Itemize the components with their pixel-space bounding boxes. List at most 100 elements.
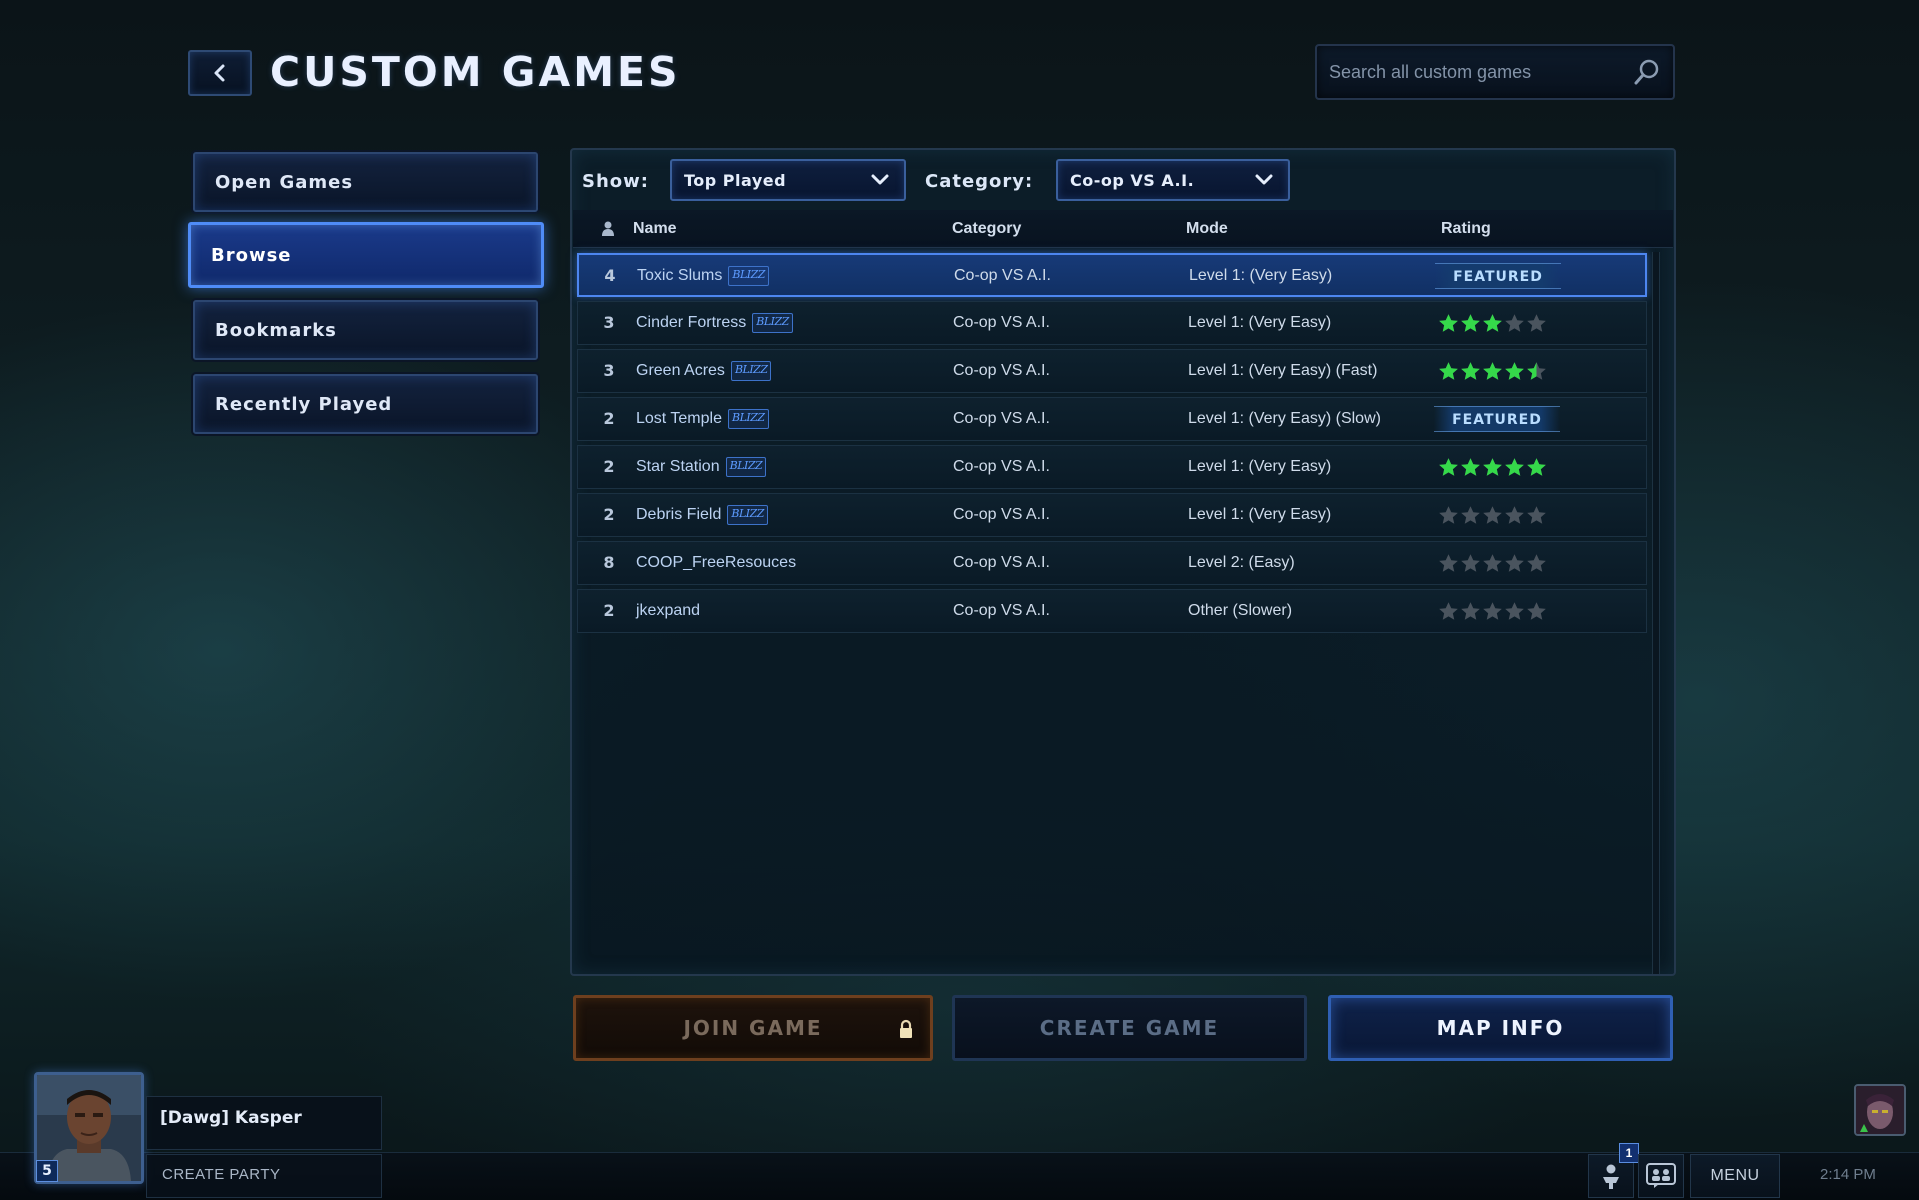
map-name: Lost Temple	[636, 410, 722, 427]
table-header: Name Category Mode Rating	[573, 210, 1673, 248]
join-game-button[interactable]: JOIN GAME	[573, 995, 933, 1061]
join-game-label: JOIN GAME	[683, 1016, 823, 1040]
blizzard-icon: BLIZZ	[730, 361, 772, 381]
menu-label: MENU	[1710, 1167, 1760, 1184]
star-rating	[1438, 553, 1547, 573]
star-icon	[1439, 362, 1458, 380]
rating-cell	[1438, 446, 1547, 488]
back-button[interactable]	[188, 50, 252, 96]
category-label: Category:	[925, 171, 1034, 192]
games-list: 4 Toxic Slums BLIZZ Co-op VS A.I. Level 1: (…	[577, 253, 1647, 637]
blizzard-icon: BLIZZ	[727, 409, 769, 429]
star-rating	[1438, 313, 1547, 333]
star-rating	[1438, 505, 1547, 525]
star-rating	[1438, 457, 1547, 477]
category-cell: Co-op VS A.I.	[953, 458, 1050, 475]
column-header-mode[interactable]: Mode	[1186, 210, 1228, 248]
category-cell: Co-op VS A.I.	[953, 554, 1050, 571]
category-dropdown-value: Co-op VS A.I.	[1070, 170, 1195, 190]
chevron-down-icon	[1255, 174, 1273, 185]
star-icon	[1461, 458, 1480, 476]
table-row[interactable]: 2 Debris Field BLIZZ Co-op VS A.I. Level 1: …	[577, 493, 1647, 537]
lock-icon	[900, 1019, 912, 1038]
star-icon	[1483, 458, 1502, 476]
map-info-button[interactable]: MAP INFO	[1328, 995, 1673, 1061]
player-name: [Dawg] Kasper	[160, 1108, 302, 1128]
map-name: Cinder Fortress	[636, 314, 747, 331]
mode-cell: Other (Slower)	[1188, 602, 1293, 619]
column-header-category[interactable]: Category	[952, 210, 1021, 248]
player-count: 4	[604, 266, 616, 285]
chat-icon	[1646, 1163, 1676, 1188]
star-icon	[1505, 314, 1524, 332]
sidebar-item-recently-played[interactable]: Recently Played	[193, 374, 538, 434]
race-portrait-button[interactable]	[1854, 1084, 1906, 1136]
sidebar-item-label: Open Games	[215, 171, 354, 193]
mode-cell: Level 1: (Very Easy) (Fast)	[1188, 362, 1378, 379]
map-name: Toxic Slums	[637, 267, 723, 284]
chat-button[interactable]	[1638, 1154, 1684, 1198]
star-icon	[1439, 554, 1458, 572]
map-name-cell: Green Acres BLIZZ	[636, 350, 772, 392]
zerg-portrait-icon	[1856, 1086, 1904, 1134]
search-icon[interactable]	[1633, 58, 1661, 86]
column-header-rating[interactable]: Rating	[1441, 210, 1491, 248]
table-row[interactable]: 4 Toxic Slums BLIZZ Co-op VS A.I. Level 1: (…	[577, 253, 1647, 297]
mode-cell: Level 1: (Very Easy)	[1188, 314, 1332, 331]
page-title: CUSTOM GAMES	[270, 48, 681, 96]
show-dropdown-value: Top Played	[684, 170, 787, 190]
table-row[interactable]: 3 Cinder Fortress BLIZZ Co-op VS A.I. Level …	[577, 301, 1647, 345]
table-row[interactable]: 2 jkexpand Co-op VS A.I. Other (Slower)	[577, 589, 1647, 633]
show-label: Show:	[582, 171, 649, 192]
table-row[interactable]: 8 COOP_FreeResouces Co-op VS A.I. Level 2: …	[577, 541, 1647, 585]
star-icon	[1461, 554, 1480, 572]
mode-cell: Level 1: (Very Easy)	[1188, 458, 1332, 475]
show-dropdown[interactable]: Top Played	[670, 159, 906, 201]
star-icon	[1483, 314, 1502, 332]
star-icon	[1483, 362, 1502, 380]
star-icon	[1527, 602, 1546, 620]
featured-badge: FEATURED	[1435, 263, 1561, 289]
scrollbar[interactable]	[1652, 252, 1660, 974]
star-icon	[1527, 506, 1546, 524]
map-name-cell: Lost Temple BLIZZ	[636, 398, 769, 440]
map-name-cell: Star Station BLIZZ	[636, 446, 767, 488]
create-game-button[interactable]: CREATE GAME	[952, 995, 1307, 1061]
map-name: Star Station	[636, 458, 720, 475]
player-level-badge: 5	[36, 1160, 58, 1182]
star-icon	[1527, 314, 1546, 332]
map-name: Green Acres	[636, 362, 725, 379]
friends-icon	[1603, 1164, 1619, 1189]
star-icon	[1527, 458, 1546, 476]
mode-cell: Level 1: (Very Easy)	[1188, 506, 1332, 523]
sidebar-item-browse[interactable]: Browse	[188, 222, 544, 288]
mode-cell: Level 1: (Very Easy) (Slow)	[1188, 410, 1381, 427]
star-icon	[1483, 554, 1502, 572]
sidebar-item-open-games[interactable]: Open Games	[193, 152, 538, 212]
search-box[interactable]	[1315, 44, 1675, 100]
search-input[interactable]	[1329, 46, 1619, 98]
map-name: COOP_FreeResouces	[636, 554, 797, 571]
star-rating	[1438, 361, 1547, 381]
map-name: Debris Field	[636, 506, 722, 523]
category-cell: Co-op VS A.I.	[954, 267, 1051, 284]
star-icon	[1439, 314, 1458, 332]
category-dropdown[interactable]: Co-op VS A.I.	[1056, 159, 1290, 201]
rating-cell	[1438, 350, 1547, 392]
table-row[interactable]: 2 Star Station BLIZZ Co-op VS A.I. Level 1: …	[577, 445, 1647, 489]
player-count: 2	[603, 505, 615, 524]
map-name-cell: COOP_FreeResouces	[636, 542, 796, 584]
sidebar-item-bookmarks[interactable]: Bookmarks	[193, 300, 538, 360]
create-party-button[interactable]: CREATE PARTY	[162, 1166, 281, 1183]
star-icon	[1505, 506, 1524, 524]
table-row[interactable]: 3 Green Acres BLIZZ Co-op VS A.I. Level 1: (…	[577, 349, 1647, 393]
table-row[interactable]: 2 Lost Temple BLIZZ Co-op VS A.I. Level 1: (…	[577, 397, 1647, 441]
menu-button[interactable]: MENU	[1690, 1154, 1780, 1198]
player-count: 2	[603, 601, 615, 620]
category-cell: Co-op VS A.I.	[953, 506, 1050, 523]
players-icon[interactable]	[599, 220, 617, 238]
featured-badge: FEATURED	[1434, 406, 1560, 432]
column-header-name[interactable]: Name	[633, 210, 677, 248]
rating-cell	[1438, 590, 1547, 632]
blizzard-icon: BLIZZ	[728, 266, 769, 286]
